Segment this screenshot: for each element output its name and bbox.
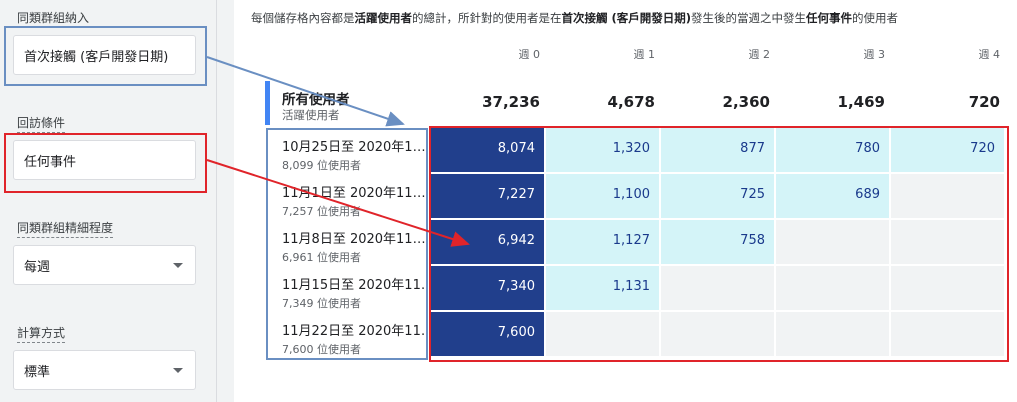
cohort-cell-empty: [891, 220, 1004, 264]
total-value-3: 1,469: [837, 93, 885, 111]
cohort-cell[interactable]: 6,942: [431, 220, 544, 264]
week-header-4: 週 4: [978, 48, 1001, 61]
cohort-row-label[interactable]: 11月15日至 2020年11… 7,349 位使用者: [282, 274, 428, 311]
cohort-cell-empty: [891, 312, 1004, 356]
cohort-cell[interactable]: 7,340: [431, 266, 544, 310]
granularity-label: 同類群組精細程度: [17, 219, 114, 238]
cohort-cell-empty: [891, 266, 1004, 310]
week-header-2: 週 2: [748, 48, 771, 61]
cohort-cell[interactable]: 1,320: [546, 128, 659, 172]
cohort-table-area: 每個儲存格內容都是活躍使用者的總計，所針對的使用者是在首次接觸 (客戶開發日期)…: [234, 0, 1017, 402]
cohort-cell[interactable]: 8,074: [431, 128, 544, 172]
cohort-inclusion-field[interactable]: 首次接觸 (客戶開發日期): [13, 35, 196, 75]
cohort-user-count: 7,257 位使用者: [282, 205, 361, 218]
total-row-subtitle: 活躍使用者: [282, 108, 340, 122]
cohort-cell[interactable]: 1,100: [546, 174, 659, 218]
return-criteria-field[interactable]: 任何事件: [13, 140, 196, 180]
cohort-cell[interactable]: 758: [661, 220, 774, 264]
cohort-cell[interactable]: 720: [891, 128, 1004, 172]
cohort-user-count: 7,349 位使用者: [282, 297, 361, 310]
cohort-cell-empty: [546, 312, 659, 356]
cohort-cell[interactable]: 1,127: [546, 220, 659, 264]
cohort-inclusion-label: 同類群組納入: [17, 9, 90, 28]
cohort-user-count: 8,099 位使用者: [282, 159, 361, 172]
cohort-cell[interactable]: 689: [776, 174, 889, 218]
settings-sidebar: 同類群組納入 首次接觸 (客戶開發日期) 回訪條件 任何事件 同類群組精細程度 …: [0, 0, 234, 402]
week-header-0: 週 0: [518, 48, 541, 61]
cohort-date-range: 10月25日至 2020年1…: [282, 140, 426, 155]
total-value-1: 4,678: [607, 93, 655, 111]
cohort-cell-empty: [776, 220, 889, 264]
cohort-cell-empty: [891, 174, 1004, 218]
cohort-cell[interactable]: 7,227: [431, 174, 544, 218]
total-value-4: 720: [968, 93, 1000, 111]
week-header-1: 週 1: [633, 48, 656, 61]
return-criteria-label: 回訪條件: [17, 114, 66, 133]
return-criteria-value: 任何事件: [24, 154, 77, 170]
sidebar-divider: [216, 0, 217, 402]
total-value-2: 2,360: [722, 93, 770, 111]
cohort-cell[interactable]: 877: [661, 128, 774, 172]
table-description: 每個儲存格內容都是活躍使用者的總計，所針對的使用者是在首次接觸 (客戶開發日期)…: [251, 11, 899, 25]
calculation-value: 標準: [24, 364, 51, 380]
cohort-cell[interactable]: 7,600: [431, 312, 544, 356]
cohort-cell[interactable]: 780: [776, 128, 889, 172]
cohort-date-range: 11月22日至 2020年11…: [282, 324, 428, 339]
cohort-user-count: 6,961 位使用者: [282, 251, 361, 264]
cohort-row-label[interactable]: 10月25日至 2020年1… 8,099 位使用者: [282, 136, 428, 173]
cohort-date-range: 11月1日至 2020年11…: [282, 186, 426, 201]
cohort-cell-empty: [661, 312, 774, 356]
cohort-user-count: 7,600 位使用者: [282, 343, 361, 356]
cohort-date-range: 11月8日至 2020年11…: [282, 232, 426, 247]
chevron-down-icon: [173, 368, 183, 373]
granularity-select[interactable]: 每週: [13, 245, 196, 285]
chevron-down-icon: [173, 263, 183, 268]
granularity-value: 每週: [24, 259, 51, 275]
cohort-cell[interactable]: 725: [661, 174, 774, 218]
total-row-title: 所有使用者: [282, 92, 350, 108]
cohort-row-label[interactable]: 11月22日至 2020年11… 7,600 位使用者: [282, 320, 428, 357]
total-value-0: 37,236: [482, 93, 540, 111]
cohort-cell[interactable]: 1,131: [546, 266, 659, 310]
cohort-date-range: 11月15日至 2020年11…: [282, 278, 428, 293]
cohort-row-label[interactable]: 11月8日至 2020年11… 6,961 位使用者: [282, 228, 428, 265]
cohort-inclusion-value: 首次接觸 (客戶開發日期): [24, 49, 169, 65]
calculation-label: 計算方式: [17, 324, 66, 343]
total-row-marker: [265, 81, 270, 125]
cohort-row-label[interactable]: 11月1日至 2020年11… 7,257 位使用者: [282, 182, 428, 219]
calculation-select[interactable]: 標準: [13, 350, 196, 390]
cohort-cell-empty: [776, 312, 889, 356]
cohort-cell-empty: [661, 266, 774, 310]
week-header-3: 週 3: [863, 48, 886, 61]
cohort-cell-empty: [776, 266, 889, 310]
